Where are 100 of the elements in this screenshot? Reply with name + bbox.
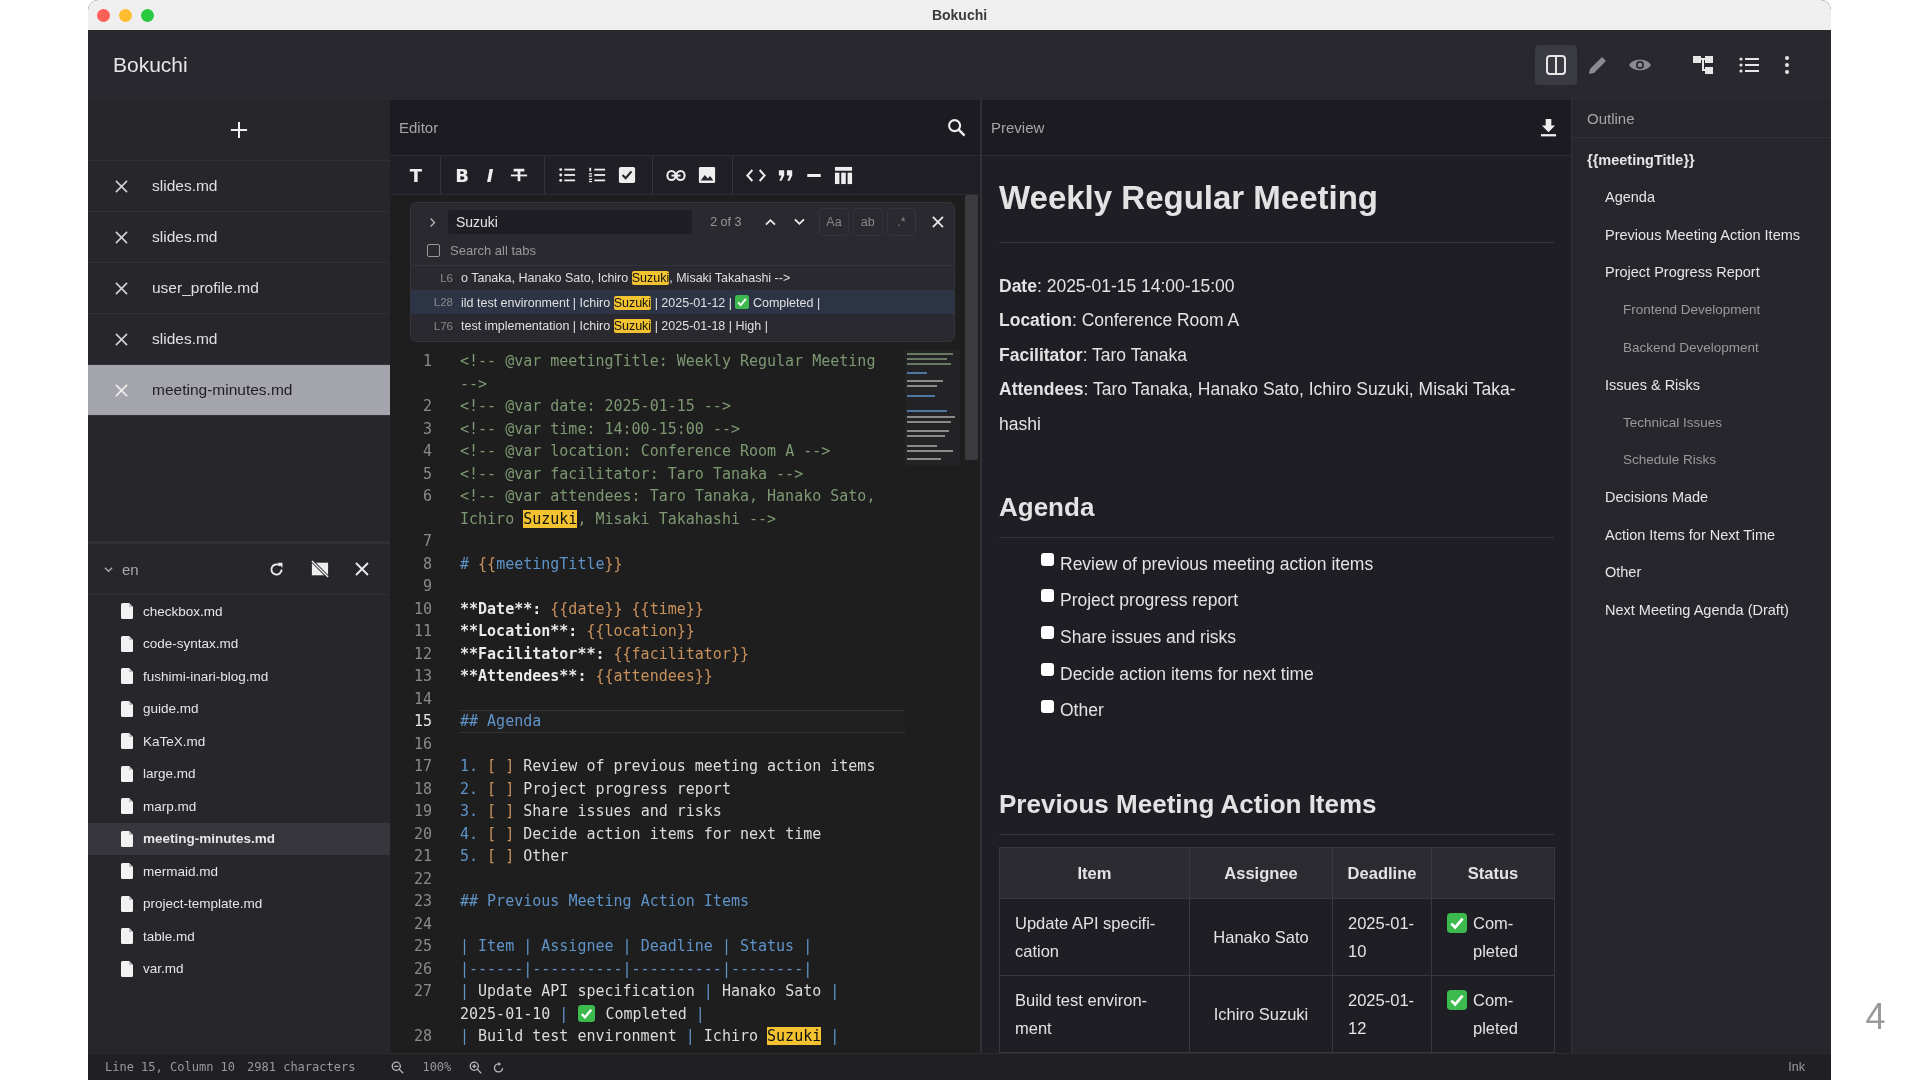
- checkbox[interactable]: [1041, 589, 1054, 603]
- task-text: Decide action items for next time: [1060, 663, 1314, 685]
- line-number: 4: [421, 441, 432, 462]
- search-icon[interactable]: [947, 118, 966, 137]
- heading-button[interactable]: T: [402, 164, 430, 186]
- outline-item[interactable]: Action Items for Next Time: [1572, 516, 1831, 554]
- chevron-icon[interactable]: [429, 216, 437, 228]
- line-number: 23: [412, 891, 432, 912]
- outline-item[interactable]: Frontend Development: [1572, 291, 1831, 329]
- line-number: 15: [412, 711, 432, 732]
- line-label: L76: [432, 320, 453, 332]
- line-number: 12: [412, 643, 432, 665]
- file-item[interactable]: guide.md: [88, 692, 390, 725]
- italic-button[interactable]: I: [476, 164, 504, 186]
- file-item[interactable]: mermaid.md: [88, 855, 390, 888]
- checkbox[interactable]: [1041, 626, 1054, 640]
- match-count: 2 of 3: [710, 215, 742, 229]
- task-text: Other: [1060, 700, 1104, 722]
- task-text: Review of previous meeting action items: [1060, 553, 1374, 575]
- checkbox[interactable]: [427, 243, 440, 257]
- search-option-toggle[interactable]: Aa: [819, 208, 849, 236]
- checkbox-icon[interactable]: [618, 166, 636, 184]
- bullet-list-icon[interactable]: [558, 166, 576, 184]
- split-view-button[interactable]: [1535, 45, 1577, 85]
- folder-name: en: [122, 560, 139, 578]
- numbered-list-icon[interactable]: [588, 166, 606, 184]
- outline-item[interactable]: Agenda: [1572, 178, 1831, 216]
- link-icon[interactable]: [666, 168, 686, 182]
- reload-icon[interactable]: [268, 560, 285, 578]
- meta-line: Facilitator: Taro Tanaka: [999, 343, 1189, 367]
- close-icon[interactable]: [115, 230, 128, 244]
- search-result[interactable]: L76 test implementation | Ichiro Suzuki | 2025-01-18 | High |: [411, 314, 954, 338]
- panel-title: Outline: [1587, 110, 1635, 127]
- zoom-in-icon[interactable]: [469, 1060, 483, 1074]
- close-icon[interactable]: [115, 281, 128, 295]
- column-header: Deadline: [1332, 847, 1432, 899]
- file-item[interactable]: KaTeX.md: [88, 725, 390, 758]
- table-cell: 2025-01-10: [1332, 898, 1432, 976]
- chevron-down-icon[interactable]: [794, 218, 806, 226]
- file-item[interactable]: large.md: [88, 757, 390, 790]
- outline-item[interactable]: Project Progress Report: [1572, 253, 1831, 291]
- checkbox[interactable]: [1041, 552, 1054, 566]
- chevron-up-icon[interactable]: [765, 218, 777, 226]
- table-icon[interactable]: [834, 165, 853, 185]
- outline-item[interactable]: Schedule Risks: [1572, 441, 1831, 479]
- outline-item[interactable]: Previous Meeting Action Items: [1572, 216, 1831, 254]
- file-item[interactable]: marp.md: [88, 790, 390, 823]
- quote-icon[interactable]: [778, 168, 794, 182]
- code-icon[interactable]: [746, 167, 766, 183]
- code-line: 2. [ ] Project progress report: [460, 778, 732, 800]
- checkbox[interactable]: [1041, 662, 1054, 676]
- close-icon[interactable]: [115, 179, 128, 193]
- code-line: | Item | Assignee | Deadline | Status |: [460, 936, 814, 957]
- search-option-toggle[interactable]: .*: [886, 208, 917, 236]
- file-item[interactable]: fushimi-inari-blog.md: [88, 660, 390, 693]
- line-number: 13: [412, 666, 432, 687]
- close-icon[interactable]: [115, 332, 128, 346]
- code-line: <!-- @var facilitator: Taro Tanaka -->: [460, 463, 805, 485]
- outline-item[interactable]: Decisions Made: [1572, 478, 1831, 516]
- checkbox[interactable]: [1041, 699, 1054, 713]
- add-tab-icon[interactable]: [230, 121, 248, 139]
- file-item[interactable]: checkbox.md: [88, 595, 390, 628]
- outline-item[interactable]: Other: [1572, 553, 1831, 591]
- code-line: **Attendees**: {{attendees}}: [460, 666, 714, 687]
- outline-item[interactable]: Backend Development: [1572, 328, 1831, 366]
- section-heading: Previous Meeting Action Items: [999, 789, 1554, 836]
- outline-item[interactable]: Technical Issues: [1572, 403, 1831, 441]
- slashed-image-icon[interactable]: [310, 560, 330, 578]
- outline-item[interactable]: Next Meeting Agenda (Draft): [1572, 591, 1831, 629]
- zoom-out-icon[interactable]: [391, 1060, 405, 1074]
- check-icon: [578, 1004, 596, 1022]
- close-window-button[interactable]: [97, 8, 110, 22]
- download-icon[interactable]: [1540, 118, 1557, 137]
- file-item[interactable]: var.md: [88, 952, 390, 985]
- line-number: 1: [421, 351, 432, 372]
- file-item[interactable]: project-template.md: [88, 887, 390, 920]
- line-number: 22: [412, 868, 432, 890]
- scrollbar-thumb[interactable]: [965, 195, 978, 460]
- search-result[interactable]: L28 ild test environment | Ichiro Suzuki | 2025-01-12 | Completed |: [411, 290, 954, 314]
- search-option-toggle[interactable]: ab: [852, 208, 883, 236]
- reset-icon[interactable]: [492, 1060, 506, 1074]
- image-icon[interactable]: [698, 166, 716, 184]
- chevron-icon[interactable]: [104, 564, 113, 574]
- code-line: # {{meetingTitle}}: [460, 553, 624, 575]
- strikethrough-icon[interactable]: [510, 166, 528, 184]
- code-line: | Build test environment | Ichiro Suzuki |: [460, 1026, 841, 1047]
- minimap-drawing[interactable]: [905, 350, 960, 465]
- meta-line: Location: Conference Room A: [999, 309, 1241, 333]
- file-item[interactable]: code-syntax.md: [88, 627, 390, 660]
- search-result[interactable]: L6 o Tanaka, Hanako Sato, Ichiro Suzuki, Misaki Takahashi -->: [411, 266, 954, 290]
- columns-icon: [1544, 53, 1568, 77]
- more-icon[interactable]: [1783, 53, 1791, 77]
- search-field[interactable]: Suzuki: [447, 210, 693, 234]
- tree-icon[interactable]: [1691, 53, 1715, 77]
- outline-item[interactable]: {{meetingTitle}}: [1572, 141, 1831, 179]
- file-tab[interactable]: meeting-minutes.md: [88, 365, 390, 416]
- outline-item[interactable]: Issues & Risks: [1572, 366, 1831, 404]
- bold-button[interactable]: B: [448, 164, 476, 186]
- file-item[interactable]: table.md: [88, 920, 390, 953]
- file-item[interactable]: meeting-minutes.md: [88, 822, 390, 855]
